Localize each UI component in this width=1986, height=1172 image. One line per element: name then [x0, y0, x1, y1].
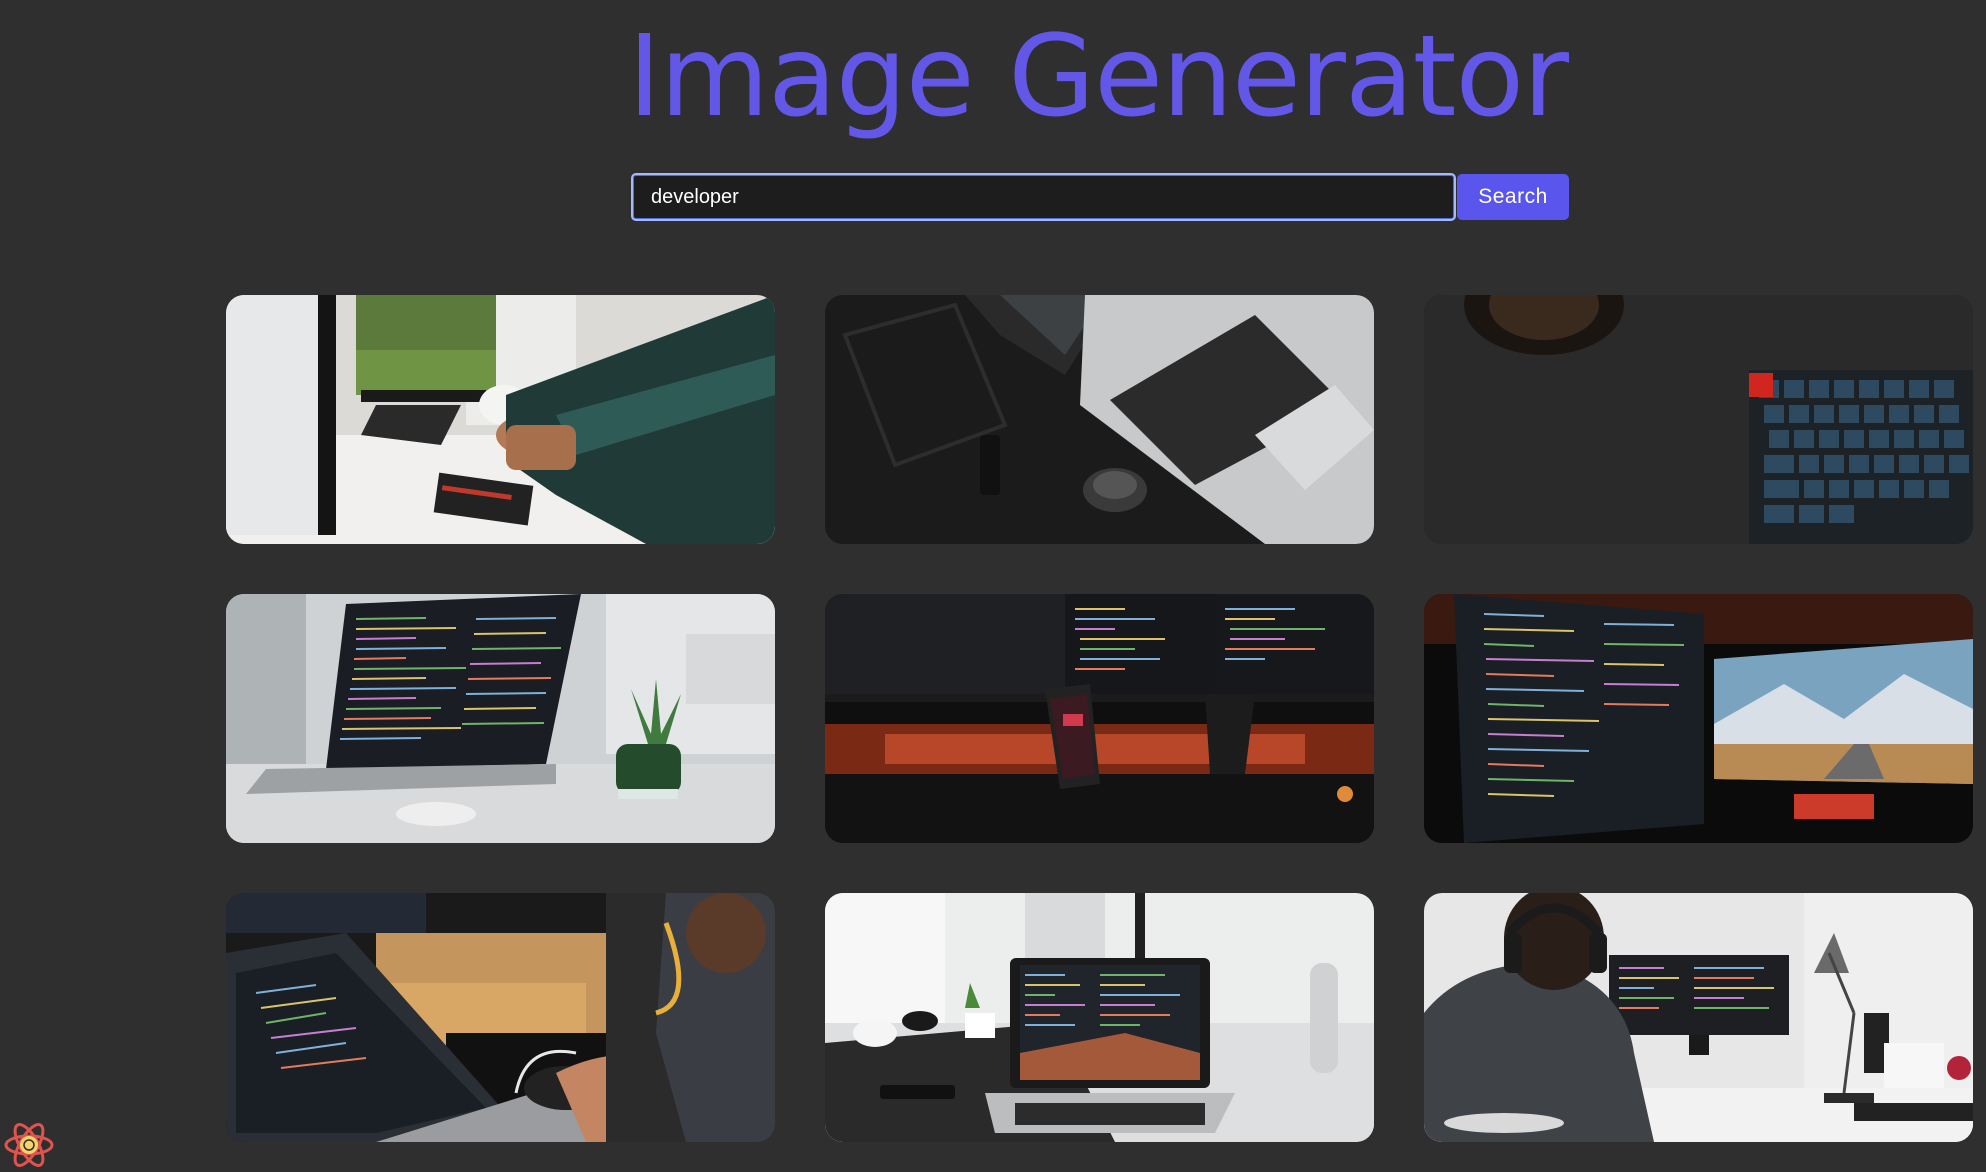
result-image-5[interactable] [825, 594, 1374, 843]
result-image-9[interactable] [1424, 893, 1973, 1142]
result-image-3[interactable] [1424, 295, 1973, 544]
result-image-6[interactable] [1424, 594, 1973, 843]
result-image-8[interactable] [825, 893, 1374, 1142]
search-button[interactable]: Search [1457, 174, 1569, 220]
result-image-2[interactable] [825, 295, 1374, 544]
result-image-4[interactable] [226, 594, 775, 843]
image-grid [226, 295, 1973, 1142]
search-input[interactable] [631, 173, 1456, 221]
react-logo-icon[interactable] [2, 1118, 56, 1172]
search-bar: Search [631, 173, 1569, 221]
result-image-7[interactable] [226, 893, 775, 1142]
result-image-1[interactable] [226, 295, 775, 544]
page-title: Image Generator [627, 12, 1569, 142]
app-page: Image Generator Search [0, 0, 1986, 1172]
